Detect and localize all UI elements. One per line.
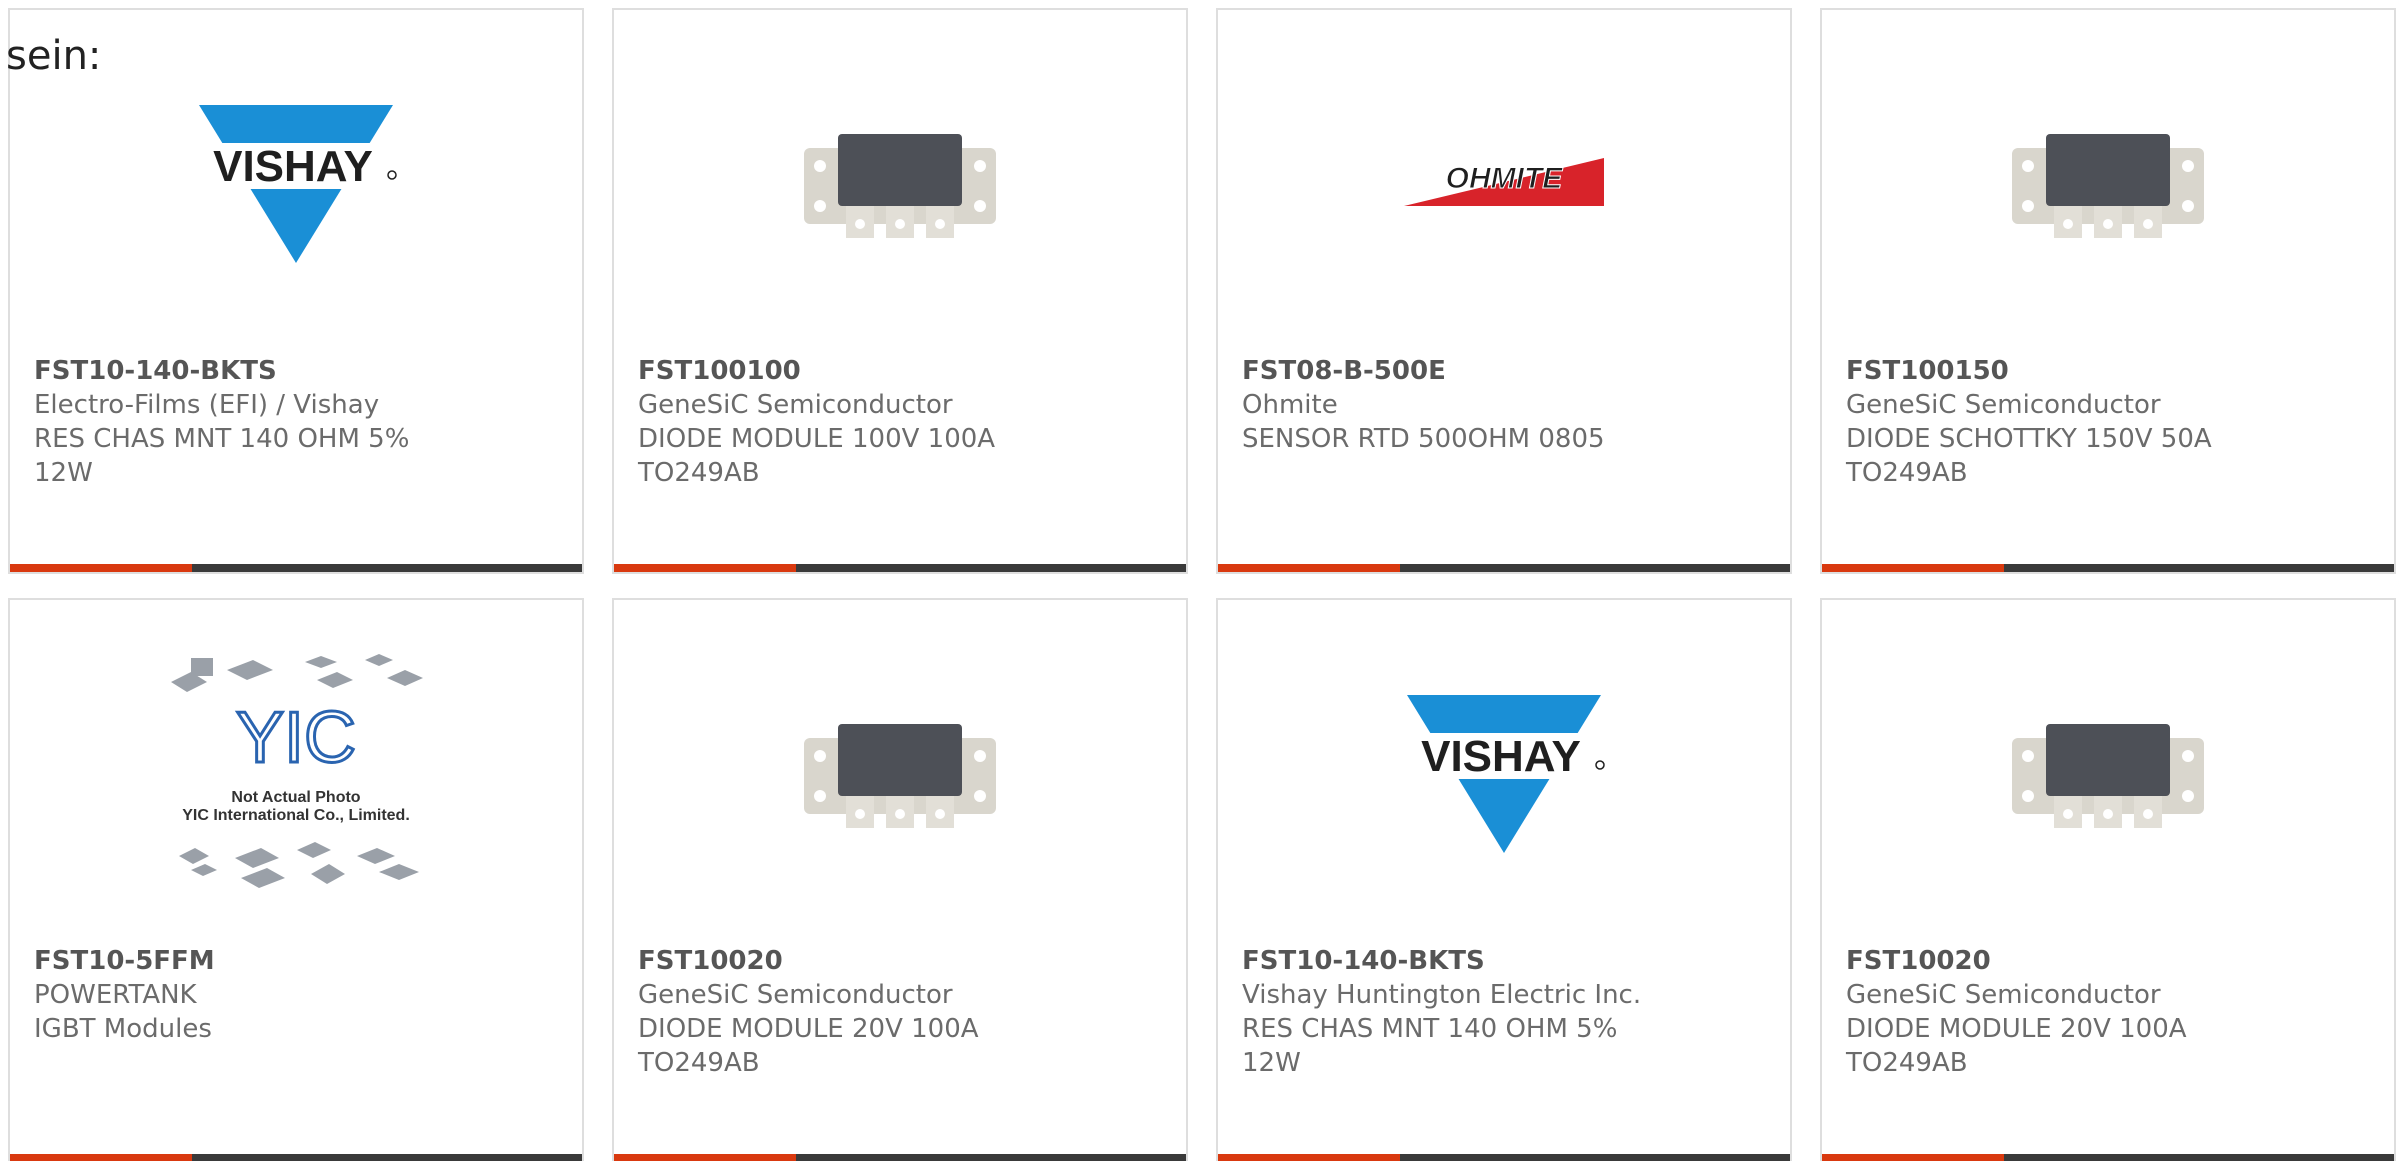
diode-module-icon [2012,724,2204,828]
product-card[interactable]: OHMITE FST08-B-500E Ohmite SENSOR RTD 50… [1216,8,1792,574]
manufacturer: POWERTANK [34,980,197,1010]
description: DIODE SCHOTTKY 150V 50A TO249AB [1846,424,2212,488]
part-number[interactable]: FST08-B-500E [1242,354,1662,388]
product-image[interactable]: VISHAY [10,62,582,302]
card-footer-bar [1218,1154,1790,1161]
description: SENSOR RTD 500OHM 0805 [1242,424,1605,454]
product-image[interactable]: OHMITE [1218,62,1790,302]
manufacturer: GeneSiC Semiconductor [638,390,953,420]
manufacturer: Electro-Films (EFI) / Vishay [34,390,380,420]
part-number[interactable]: FST100150 [1846,354,2266,388]
ohmite-logo-icon: OHMITE [1404,158,1604,206]
product-card[interactable]: VISHAY FST10-140-BKTS Electro-Films (EFI… [8,8,584,574]
description: DIODE MODULE 20V 100A TO249AB [1846,1014,2187,1078]
manufacturer: Ohmite [1242,390,1338,420]
part-number[interactable]: FST10-140-BKTS [34,354,454,388]
part-number[interactable]: FST10020 [1846,944,2266,978]
svg-text:VISHAY: VISHAY [1421,732,1581,781]
product-info: FST10-140-BKTS Electro-Films (EFI) / Vis… [34,354,454,490]
product-info: FST10-5FFM POWERTANK IGBT Modules [34,944,454,1046]
description: RES CHAS MNT 140 OHM 5% 12W [34,424,410,488]
diode-module-icon [804,134,996,238]
vishay-logo-icon: VISHAY [191,105,401,263]
description: DIODE MODULE 20V 100A TO249AB [638,1014,979,1078]
description: IGBT Modules [34,1014,212,1044]
intro-text: sein: [6,33,102,79]
svg-text:Not Actual Photo: Not Actual Photo [231,789,360,806]
product-card[interactable]: FST10020 GeneSiC Semiconductor DIODE MOD… [612,598,1188,1161]
product-info: FST08-B-500E Ohmite SENSOR RTD 500OHM 08… [1242,354,1662,456]
product-image[interactable] [1822,652,2394,892]
product-info: FST10020 GeneSiC Semiconductor DIODE MOD… [1846,944,2266,1080]
product-card[interactable]: FST10020 GeneSiC Semiconductor DIODE MOD… [1820,598,2396,1161]
product-card[interactable]: VISHAY FST10-140-BKTS Vishay Huntington … [1216,598,1792,1161]
svg-text:YIC: YIC [236,698,356,778]
svg-text:YIC International Co., Limited: YIC International Co., Limited. [182,807,410,824]
product-card[interactable]: FST100150 GeneSiC Semiconductor DIODE SC… [1820,8,2396,574]
product-info: FST100100 GeneSiC Semiconductor DIODE MO… [638,354,1058,490]
product-image[interactable] [614,652,1186,892]
card-footer-bar [614,564,1186,572]
description: DIODE MODULE 100V 100A TO249AB [638,424,996,488]
card-footer-bar [10,564,582,572]
manufacturer: Vishay Huntington Electric Inc. [1242,980,1642,1010]
not-actual-photo-icon: YIC Not Actual Photo YIC International C… [171,654,423,888]
card-footer-bar [1822,1154,2394,1161]
manufacturer: GeneSiC Semiconductor [638,980,953,1010]
card-footer-bar [10,1154,582,1161]
svg-text:VISHAY: VISHAY [213,142,373,191]
product-info: FST100150 GeneSiC Semiconductor DIODE SC… [1846,354,2266,490]
product-image[interactable] [614,62,1186,302]
manufacturer: GeneSiC Semiconductor [1846,980,2161,1010]
product-info: FST10020 GeneSiC Semiconductor DIODE MOD… [638,944,1058,1080]
diode-module-icon [2012,134,2204,238]
vishay-logo-icon: VISHAY [1399,695,1609,853]
part-number[interactable]: FST100100 [638,354,1058,388]
card-footer-bar [1218,564,1790,572]
card-footer-bar [614,1154,1186,1161]
product-image[interactable]: VISHAY [1218,652,1790,892]
description: RES CHAS MNT 140 OHM 5% 12W [1242,1014,1618,1078]
product-info: FST10-140-BKTS Vishay Huntington Electri… [1242,944,1662,1080]
product-card[interactable]: FST100100 GeneSiC Semiconductor DIODE MO… [612,8,1188,574]
svg-text:OHMITE: OHMITE [1446,162,1564,195]
diode-module-icon [804,724,996,828]
part-number[interactable]: FST10-5FFM [34,944,454,978]
card-footer-bar [1822,564,2394,572]
manufacturer: GeneSiC Semiconductor [1846,390,2161,420]
product-image[interactable] [1822,62,2394,302]
product-image[interactable]: YIC Not Actual Photo YIC International C… [10,652,582,892]
product-card[interactable]: YIC Not Actual Photo YIC International C… [8,598,584,1161]
part-number[interactable]: FST10-140-BKTS [1242,944,1662,978]
part-number[interactable]: FST10020 [638,944,1058,978]
